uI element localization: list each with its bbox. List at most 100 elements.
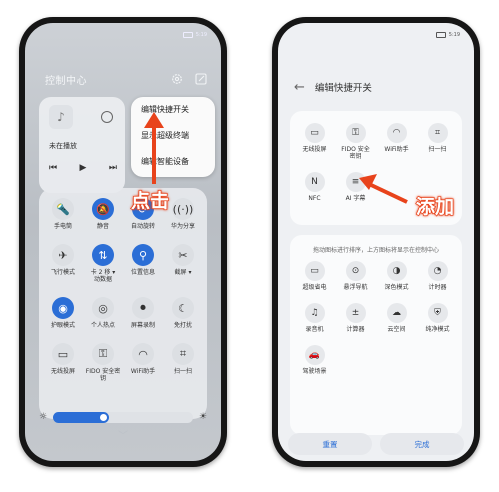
tile-icon[interactable]: ◑ <box>386 261 407 281</box>
brightness-high-icon: ☀ <box>198 412 207 422</box>
toggle-tile[interactable]: ± 计算器 <box>335 303 376 333</box>
tile-icon[interactable]: ◠ <box>132 343 154 365</box>
status-bar: 5:19 <box>39 29 207 41</box>
tile-label: 屏幕录制 <box>130 322 155 329</box>
toggle-tile[interactable]: ▭ 无线投屏 <box>294 123 335 160</box>
edit-shortcuts-screen: 5:19 ← 编辑快捷开关 ▭ 无线投屏 ⚿ FIDO 安全 密钥 ◠ WiFi助手 ⌗ 扫一… <box>278 23 474 461</box>
tile-icon[interactable]: N <box>304 172 325 192</box>
tile-icon[interactable]: ◎ <box>92 297 114 319</box>
tile-label: 扫一扫 <box>173 368 192 375</box>
tile-icon[interactable]: ⌗ <box>427 123 448 143</box>
status-bar: 5:19 <box>292 29 460 41</box>
toggle-panel: 🔦 手电筒 🔕 静音 ⟳ 自动旋转 ((·)) 华为分享 ✈ 飞行模式 ⇅ 卡 2 移 ▾ 动数据 ⚲ 位… <box>39 188 207 419</box>
toggle-tile[interactable]: ☁ 云空间 <box>376 303 417 333</box>
previous-icon[interactable]: ⏮ <box>49 163 57 173</box>
edit-icon[interactable] <box>195 73 207 85</box>
tile-icon[interactable]: 🔦 <box>52 198 74 220</box>
toggle-tile[interactable]: ▭ 无线投屏 <box>43 343 83 382</box>
status-time: 5:19 <box>195 32 207 38</box>
toggle-tile[interactable]: ◑ 深色模式 <box>376 261 417 291</box>
brightness-slider[interactable]: ☼ ☀ <box>39 409 207 425</box>
play-icon[interactable]: ▶ <box>80 163 87 173</box>
control-center-header: 控制中心 <box>45 71 207 87</box>
toggle-tile[interactable]: ⌗ 扫一扫 <box>417 123 458 160</box>
tile-icon[interactable]: ⇅ <box>92 244 114 266</box>
tile-icon[interactable]: ♫ <box>304 303 325 323</box>
toggle-tile[interactable]: ⚿ FIDO 安全密钥 <box>83 343 123 382</box>
tile-icon[interactable]: ☾ <box>172 297 194 319</box>
tile-label: NFC <box>308 195 321 202</box>
toggle-tile[interactable]: ⛨ 纯净模式 <box>417 303 458 333</box>
gear-icon[interactable] <box>171 73 183 85</box>
toggle-tile[interactable]: 🚗 驾驶场景 <box>294 345 335 375</box>
toggle-tile[interactable]: ⌗ 扫一扫 <box>163 343 203 382</box>
tile-label: 深色模式 <box>384 284 409 291</box>
tile-icon[interactable]: ✈ <box>52 244 74 266</box>
tile-icon[interactable]: ± <box>345 303 366 323</box>
battery-icon <box>182 32 193 38</box>
tile-icon[interactable]: ▭ <box>304 261 325 281</box>
status-time: 5:19 <box>448 32 460 38</box>
tile-icon[interactable]: ⏺ <box>132 297 154 319</box>
brightness-track[interactable] <box>53 411 193 423</box>
annotation-click: 点击 <box>130 189 170 212</box>
tile-icon[interactable]: ⚲ <box>132 244 154 266</box>
tile-label: 静音 <box>96 223 109 230</box>
toggle-tile[interactable]: ⇅ 卡 2 移 ▾ 动数据 <box>83 244 123 283</box>
music-note-icon: ♪ <box>49 105 73 129</box>
tile-label: 位置信息 <box>130 269 155 276</box>
toggle-tile[interactable]: N NFC <box>294 172 335 202</box>
tile-icon[interactable]: ◠ <box>386 123 407 143</box>
reset-button[interactable]: 重置 <box>288 433 372 455</box>
toggle-tile[interactable]: ◠ WiFi助手 <box>376 123 417 160</box>
tile-icon[interactable]: ✂ <box>172 244 194 266</box>
tile-icon[interactable]: ⊙ <box>345 261 366 281</box>
control-center-screen: 5:19 控制中心 ♪ 未在播放 ⏮ ▶ ⏭ 编辑快捷开关 显示超级终端 编辑智… <box>25 23 221 461</box>
toggle-tile[interactable]: ⚿ FIDO 安全 密钥 <box>335 123 376 160</box>
toggle-tile[interactable]: ◎ 个人热点 <box>83 297 123 329</box>
tile-icon[interactable]: ⛨ <box>427 303 448 323</box>
toggle-tile[interactable]: ♫ 录音机 <box>294 303 335 333</box>
toggle-tile[interactable]: ▭ 超级省电 <box>294 261 335 291</box>
tile-label: WiFi助手 <box>384 146 409 153</box>
toggle-tile[interactable]: ◉ 护眼模式 <box>43 297 83 329</box>
done-button[interactable]: 完成 <box>380 433 464 455</box>
tile-label: 计时器 <box>428 284 447 291</box>
tile-icon[interactable]: ⚿ <box>92 343 114 365</box>
toggle-tile[interactable]: ✂ 截屏 ▾ <box>163 244 203 283</box>
tile-label: 华为分享 <box>170 223 195 230</box>
chevron-down-icon[interactable]: ﹀ <box>25 427 221 442</box>
phone-control-center: 5:19 控制中心 ♪ 未在播放 ⏮ ▶ ⏭ 编辑快捷开关 显示超级终端 编辑智… <box>19 17 227 467</box>
tile-icon[interactable]: ▭ <box>304 123 325 143</box>
tile-icon[interactable]: ⌗ <box>172 343 194 365</box>
tile-label: 无线投屏 <box>50 368 75 375</box>
tile-icon[interactable]: ◔ <box>427 261 448 281</box>
tile-icon[interactable]: ▭ <box>52 343 74 365</box>
toggle-tile[interactable]: 🔕 静音 <box>83 198 123 230</box>
tile-label: 纯净模式 <box>425 326 450 333</box>
music-card[interactable]: ♪ 未在播放 ⏮ ▶ ⏭ <box>39 97 125 193</box>
tile-icon[interactable]: ⚿ <box>345 123 366 143</box>
toggle-tile[interactable]: ☾ 免打扰 <box>163 297 203 329</box>
tile-icon[interactable]: ☁ <box>386 303 407 323</box>
toggle-tile[interactable]: ◠ WiFi助手 <box>123 343 163 382</box>
tile-label: 护眼模式 <box>50 322 75 329</box>
tile-icon[interactable]: ◉ <box>52 297 74 319</box>
tile-label: 手电筒 <box>53 223 72 230</box>
tile-label: 个人热点 <box>90 322 115 329</box>
tile-icon[interactable]: ((·)) <box>172 198 194 220</box>
toggle-tile[interactable]: ⊙ 悬浮导航 <box>335 261 376 291</box>
toggle-tile[interactable]: ◔ 计时器 <box>417 261 458 291</box>
toggle-tile[interactable]: ✈ 飞行模式 <box>43 244 83 283</box>
toggle-tile[interactable]: 🔦 手电筒 <box>43 198 83 230</box>
back-arrow-icon[interactable]: ← <box>294 80 305 95</box>
next-icon[interactable]: ⏭ <box>109 163 117 173</box>
tile-icon[interactable]: 🚗 <box>304 345 325 365</box>
tile-label: 无线投屏 <box>302 146 327 153</box>
audio-output-icon[interactable] <box>101 111 113 123</box>
brightness-knob[interactable] <box>100 413 108 421</box>
toggle-tile[interactable]: ⚲ 位置信息 <box>123 244 163 283</box>
toggle-tile[interactable]: ⏺ 屏幕录制 <box>123 297 163 329</box>
tile-icon[interactable]: 🔕 <box>92 198 114 220</box>
page-title: 控制中心 <box>45 75 87 87</box>
